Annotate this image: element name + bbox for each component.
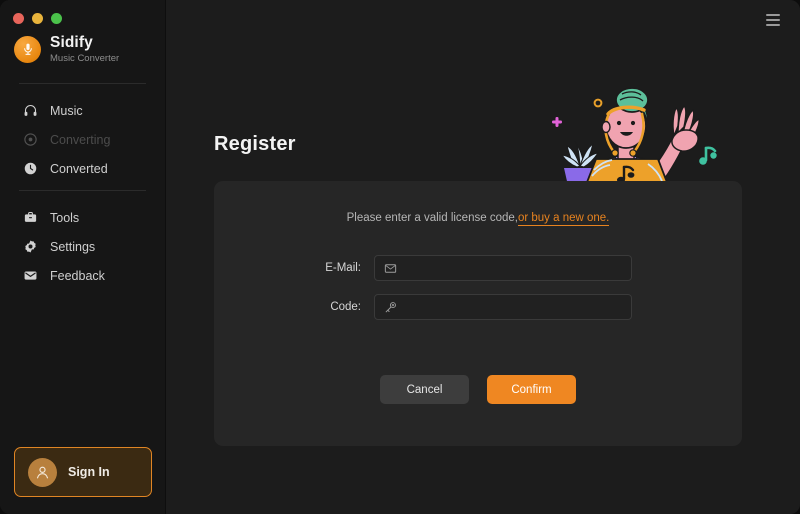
converting-spinner-icon [22, 132, 38, 148]
sidebar-item-settings[interactable]: Settings [0, 232, 165, 261]
plus-decoration [552, 117, 562, 127]
sign-in-button[interactable]: Sign In [14, 447, 152, 497]
clock-icon [22, 161, 38, 177]
person-waving-with-laptop-illustration [536, 80, 736, 191]
sidebar-divider-bottom [19, 190, 146, 191]
window-controls [13, 13, 62, 24]
sidebar-item-label: Feedback [50, 268, 105, 283]
sidebar-item-feedback[interactable]: Feedback [0, 261, 165, 290]
headphones-icon [22, 103, 38, 119]
register-card: Please enter a valid license code,or buy… [214, 181, 742, 446]
brand-name: Sidify [50, 34, 93, 51]
plant-leaves [560, 140, 600, 168]
waving-hand [671, 104, 700, 152]
email-label: E-Mail: [325, 262, 361, 274]
sidebar-divider-top [19, 83, 146, 84]
sidebar-item-tools[interactable]: Tools [0, 203, 165, 232]
sign-in-label: Sign In [68, 465, 110, 479]
sidebar-item-label: Tools [50, 210, 80, 225]
envelope-icon [22, 268, 38, 284]
sidebar-item-label: Converting [50, 132, 111, 147]
circle-decoration [593, 98, 603, 108]
key-icon [383, 300, 397, 314]
sidebar: Sidify Music Converter Music Converting … [0, 0, 166, 514]
code-input[interactable] [404, 295, 631, 319]
app-window: Sidify Music Converter Music Converting … [0, 0, 800, 514]
code-label: Code: [330, 301, 361, 313]
close-button[interactable] [13, 13, 24, 24]
email-input[interactable] [404, 256, 631, 280]
eye-right [630, 120, 636, 126]
sidebar-item-converting[interactable]: Converting [0, 125, 165, 154]
sidebar-item-music[interactable]: Music [0, 96, 165, 125]
sidebar-item-label: Settings [50, 239, 96, 254]
raised-arm [646, 132, 688, 183]
microphone-logo-icon [14, 35, 41, 63]
buy-license-link[interactable]: or buy a new one. [517, 212, 610, 226]
card-actions: Cancel Confirm [214, 375, 742, 404]
hat [615, 87, 649, 113]
app-brand: Sidify Music Converter [14, 34, 119, 64]
cancel-button[interactable]: Cancel [380, 375, 469, 404]
envelope-icon [383, 261, 397, 275]
sidebar-item-label: Converted [50, 161, 108, 176]
brand-subtitle: Music Converter [50, 53, 120, 65]
minimize-button[interactable] [32, 13, 43, 24]
user-avatar-icon [28, 457, 57, 487]
music-note-decoration [699, 146, 717, 165]
email-input-wrapper[interactable] [374, 255, 632, 281]
page-title: Register [214, 133, 296, 155]
maximize-button[interactable] [51, 13, 62, 24]
confirm-button[interactable]: Confirm [487, 375, 576, 404]
license-message-text: Please enter a valid license code, [346, 212, 518, 224]
neck [617, 145, 635, 161]
sidebar-nav-secondary: Tools Settings Feedback [0, 203, 165, 290]
head [605, 103, 647, 149]
license-message: Please enter a valid license code,or buy… [214, 212, 742, 226]
eye-left [616, 120, 622, 126]
sidebar-item-converted[interactable]: Converted [0, 154, 165, 183]
mouth [620, 132, 633, 136]
code-field-row: Code: [214, 294, 742, 320]
code-input-wrapper[interactable] [374, 294, 632, 320]
toolbox-icon [22, 210, 38, 226]
gear-icon [22, 239, 38, 255]
headband [606, 105, 646, 116]
sidebar-item-label: Music [50, 103, 83, 118]
hamburger-menu-icon[interactable] [766, 12, 784, 28]
sidebar-nav-primary: Music Converting Converted [0, 96, 165, 183]
email-field-row: E-Mail: [214, 255, 742, 281]
main-content: Register Please enter a valid license co… [166, 0, 800, 514]
